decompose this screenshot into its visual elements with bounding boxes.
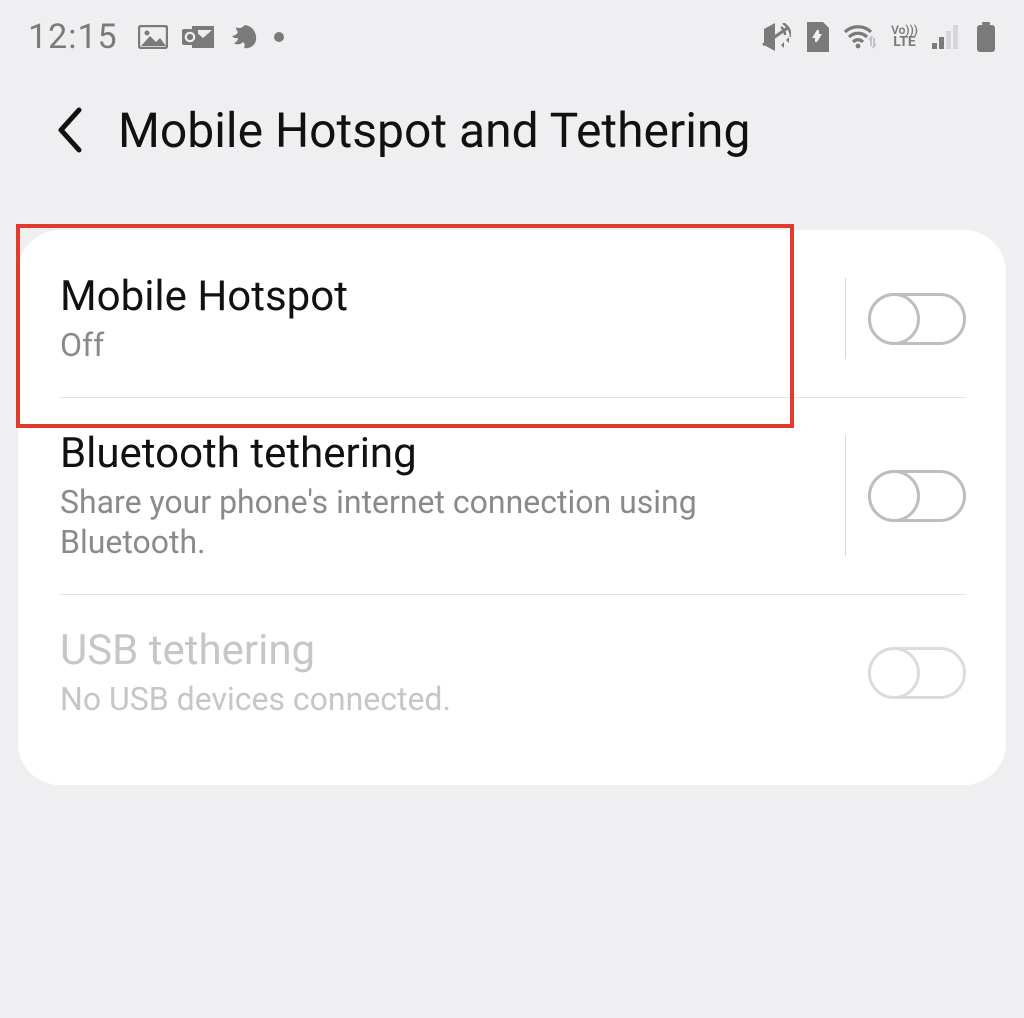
row-subtitle: No USB devices connected.: [60, 679, 858, 719]
volte-indicator-icon: Vo))) LTE: [891, 25, 918, 48]
status-bar: 12:15: [0, 0, 1024, 60]
status-left: 12:15: [28, 17, 284, 57]
vibrate-icon: [761, 23, 791, 51]
leaf-icon: [230, 23, 260, 51]
toggle-knob: [868, 470, 920, 522]
more-notifications-dot-icon: [274, 32, 284, 42]
toggle-bluetooth-tethering[interactable]: [868, 470, 966, 522]
row-mobile-hotspot[interactable]: Mobile Hotspot Off: [18, 240, 1006, 397]
row-text: Mobile Hotspot Off: [60, 272, 823, 365]
status-time: 12:15: [28, 17, 118, 57]
vertical-divider: [845, 435, 846, 556]
row-text: USB tethering No USB devices connected.: [60, 626, 868, 719]
row-title: Mobile Hotspot: [60, 272, 813, 321]
page-title: Mobile Hotspot and Tethering: [118, 102, 750, 159]
row-subtitle: Share your phone's internet connection u…: [60, 482, 813, 562]
wifi-icon: [843, 24, 877, 50]
row-bluetooth-tethering[interactable]: Bluetooth tethering Share your phone's i…: [18, 397, 1006, 594]
signal-bars-icon: [932, 25, 962, 49]
toggle-knob: [868, 293, 920, 345]
vertical-divider: [845, 278, 846, 359]
row-title: USB tethering: [60, 626, 858, 675]
toggle-mobile-hotspot[interactable]: [868, 293, 966, 345]
page-header: Mobile Hotspot and Tethering: [0, 60, 1024, 190]
row-text: Bluetooth tethering Share your phone's i…: [60, 429, 823, 562]
row-title: Bluetooth tethering: [60, 429, 813, 478]
outlook-icon: [182, 24, 216, 50]
status-right: Vo))) LTE: [761, 22, 996, 52]
row-subtitle: Off: [60, 325, 813, 365]
settings-card: Mobile Hotspot Off Bluetooth tethering S…: [18, 230, 1006, 785]
battery-icon: [976, 22, 996, 52]
toggle-knob: [868, 647, 920, 699]
toggle-usb-tethering: [868, 647, 966, 699]
gallery-icon: [138, 25, 168, 49]
recycle-card-icon: [805, 22, 829, 52]
row-usb-tethering: USB tethering No USB devices connected.: [18, 594, 1006, 751]
back-button[interactable]: [40, 100, 100, 160]
